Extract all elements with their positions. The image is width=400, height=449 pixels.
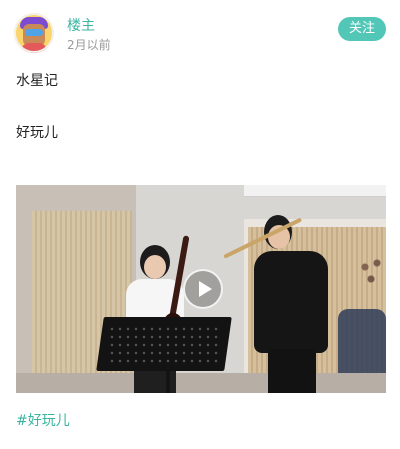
avatar-ring — [14, 13, 54, 53]
post-header: 楼主 2月以前 关注 — [14, 13, 386, 55]
video-air-conditioner — [244, 185, 386, 197]
video-music-stand-holes — [108, 325, 220, 365]
post-text-line-2: 好玩儿 — [16, 125, 58, 141]
author-avatar[interactable] — [14, 13, 54, 53]
musician-right-torso — [254, 251, 328, 353]
video-player[interactable] — [16, 185, 386, 393]
author-name[interactable]: 楼主 — [67, 15, 95, 35]
post-text-line-1: 水星记 — [16, 73, 58, 89]
video-music-stand-pole — [166, 365, 170, 393]
post-time: 2月以前 — [67, 38, 111, 52]
musician-right-legs — [268, 349, 316, 393]
musician-left-face — [144, 255, 166, 279]
post-tag[interactable]: #好玩儿 — [16, 410, 70, 430]
follow-button[interactable]: 关注 — [338, 17, 386, 41]
play-icon — [199, 281, 212, 297]
video-plant — [356, 251, 386, 291]
video-floor — [16, 373, 386, 393]
